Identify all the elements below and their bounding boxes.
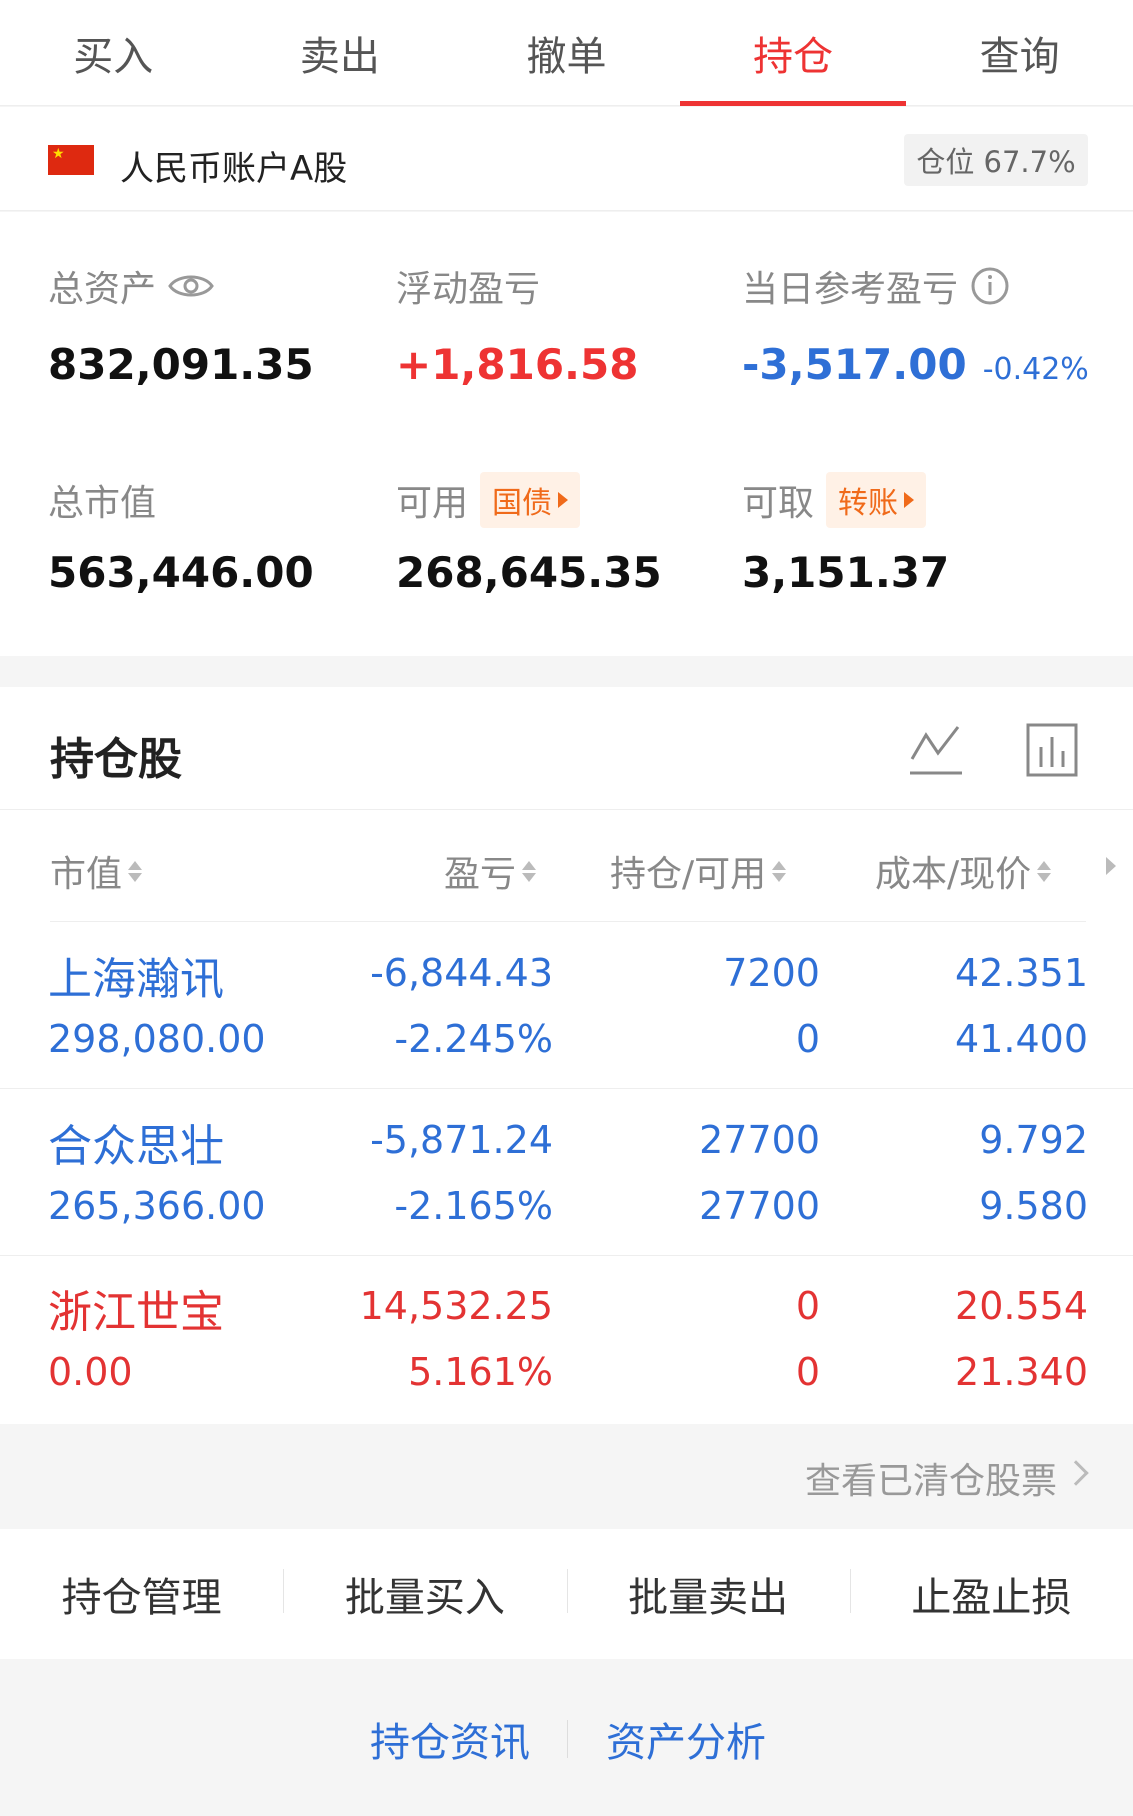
stock-position: 0 (795, 1284, 820, 1328)
bottom-links: 持仓资讯 资产分析 (0, 1660, 1133, 1816)
stock-pl: -5,871.24 (370, 1118, 553, 1162)
table-row[interactable]: 浙江世宝 0.00 14,532.25 5.161% 0 0 20.554 21… (0, 1256, 1133, 1422)
stock-available: 27700 (699, 1184, 820, 1228)
sort-icon (772, 860, 787, 882)
tab-query[interactable]: 查询 (906, 0, 1133, 105)
position-ratio-badge: 仓位 67.7% (904, 134, 1088, 186)
market-value-label: 总市值 (48, 483, 157, 524)
transfer-button[interactable]: 转账 (826, 472, 927, 528)
holdings-section: 持仓股 市值 盈亏 持仓/可用 成本/现价 上海瀚讯 298,080.00 -6… (0, 687, 1133, 1429)
stock-pl-pct: -2.245% (394, 1017, 553, 1061)
asset-analysis-link[interactable]: 资产分析 (606, 1710, 766, 1768)
stock-market-value: 298,080.00 (48, 1017, 266, 1061)
divider (0, 1088, 1133, 1089)
account-name: 人民币账户A股 (120, 149, 348, 189)
divider (0, 809, 1133, 810)
china-flag-icon: ★ (48, 145, 94, 175)
triangle-right-icon (558, 492, 569, 508)
divider (567, 1720, 568, 1758)
today-pl-value: -3,517.00 (742, 340, 967, 389)
withdrawable-cell: 可取 转账 3,151.37 (742, 472, 950, 597)
available-value: 268,645.35 (396, 548, 662, 597)
top-tab-bar: 买入 卖出 撤单 持仓 查询 (0, 0, 1133, 106)
today-pl-pct: -0.42% (982, 352, 1089, 387)
table-row[interactable]: 上海瀚讯 298,080.00 -6,844.43 -2.245% 7200 0… (0, 923, 1133, 1089)
withdrawable-label: 可取 (742, 483, 815, 524)
sort-icon (128, 860, 143, 882)
stock-name: 合众思壮 (48, 1121, 224, 1172)
total-assets-cell: 总资产 832,091.35 (48, 260, 314, 389)
stock-position: 27700 (699, 1118, 820, 1162)
stock-cost: 20.554 (955, 1284, 1088, 1328)
bond-button[interactable]: 国债 (480, 472, 581, 528)
stop-profit-loss-button[interactable]: 止盈止损 (849, 1565, 1133, 1623)
bond-button-label: 国债 (492, 486, 553, 521)
bar-chart-icon[interactable] (1026, 723, 1078, 777)
stock-available: 0 (795, 1350, 820, 1394)
info-icon[interactable] (970, 266, 1010, 306)
stock-position: 7200 (723, 951, 820, 995)
market-value-value: 563,446.00 (48, 548, 314, 597)
asset-summary: 总资产 832,091.35 浮动盈亏 +1,816.58 当日参考盈亏 -3,… (0, 212, 1133, 656)
chevron-right-icon (1063, 1460, 1089, 1486)
trend-chart-icon[interactable] (908, 723, 964, 777)
stock-cost: 9.792 (979, 1118, 1088, 1162)
holdings-news-link[interactable]: 持仓资讯 (370, 1710, 530, 1768)
total-assets-value: 832,091.35 (48, 340, 314, 389)
scroll-right-icon[interactable] (1106, 857, 1116, 875)
transfer-button-label: 转账 (838, 486, 899, 521)
tab-holdings[interactable]: 持仓 (679, 0, 907, 106)
market-value-cell: 总市值 563,446.00 (48, 474, 314, 597)
withdrawable-value: 3,151.37 (742, 548, 950, 597)
holdings-title: 持仓股 (50, 734, 182, 785)
floating-pl-cell: 浮动盈亏 +1,816.58 (396, 260, 638, 389)
column-header-market-value[interactable]: 市值 (50, 845, 143, 897)
cleared-stocks-link[interactable]: 查看已清仓股票 (0, 1424, 1133, 1528)
eye-icon[interactable] (168, 271, 214, 301)
account-bar[interactable]: ★ 人民币账户A股 仓位 67.7% (0, 107, 1133, 211)
holdings-management-button[interactable]: 持仓管理 (0, 1565, 283, 1623)
cleared-stocks-label: 查看已清仓股票 (804, 1461, 1057, 1502)
stock-pl-pct: 5.161% (408, 1350, 553, 1394)
stock-price: 9.580 (979, 1184, 1088, 1228)
sort-icon (1037, 860, 1052, 882)
today-pl-cell: 当日参考盈亏 -3,517.00 -0.42% (742, 260, 1089, 389)
tab-buy[interactable]: 买入 (0, 0, 227, 105)
stock-name: 浙江世宝 (48, 1287, 224, 1338)
floating-pl-label: 浮动盈亏 (396, 269, 541, 310)
stock-cost: 42.351 (955, 951, 1088, 995)
column-header-cost-price[interactable]: 成本/现价 (875, 845, 1052, 897)
sort-icon (522, 860, 537, 882)
divider (50, 921, 1086, 922)
stock-name: 上海瀚讯 (48, 954, 224, 1005)
column-header-label: 市值 (50, 854, 123, 895)
column-header-position[interactable]: 持仓/可用 (610, 845, 787, 897)
batch-sell-button[interactable]: 批量卖出 (566, 1565, 850, 1623)
column-header-pl[interactable]: 盈亏 (444, 845, 537, 897)
column-header-label: 持仓/可用 (610, 854, 767, 895)
total-assets-label: 总资产 (48, 269, 157, 310)
column-header-label: 盈亏 (444, 854, 517, 895)
batch-buy-button[interactable]: 批量买入 (283, 1565, 566, 1623)
tab-cancel-order[interactable]: 撤单 (453, 0, 680, 105)
stock-price: 41.400 (955, 1017, 1088, 1061)
triangle-right-icon (904, 492, 915, 508)
stock-available: 0 (795, 1017, 820, 1061)
stock-pl: 14,532.25 (359, 1284, 553, 1328)
stock-pl-pct: -2.165% (394, 1184, 553, 1228)
table-row[interactable]: 合众思壮 265,366.00 -5,871.24 -2.165% 27700 … (0, 1090, 1133, 1256)
stock-pl: -6,844.43 (370, 951, 553, 995)
stock-market-value: 0.00 (48, 1350, 133, 1394)
tab-sell[interactable]: 卖出 (227, 0, 454, 105)
holdings-action-bar: 持仓管理 批量买入 批量卖出 止盈止损 (0, 1529, 1133, 1659)
column-header-label: 成本/现价 (875, 854, 1032, 895)
available-label: 可用 (396, 483, 469, 524)
stock-market-value: 265,366.00 (48, 1184, 266, 1228)
today-pl-label: 当日参考盈亏 (742, 269, 959, 310)
stock-price: 21.340 (955, 1350, 1088, 1394)
floating-pl-value: +1,816.58 (396, 340, 639, 389)
available-cell: 可用 国债 268,645.35 (396, 472, 662, 597)
